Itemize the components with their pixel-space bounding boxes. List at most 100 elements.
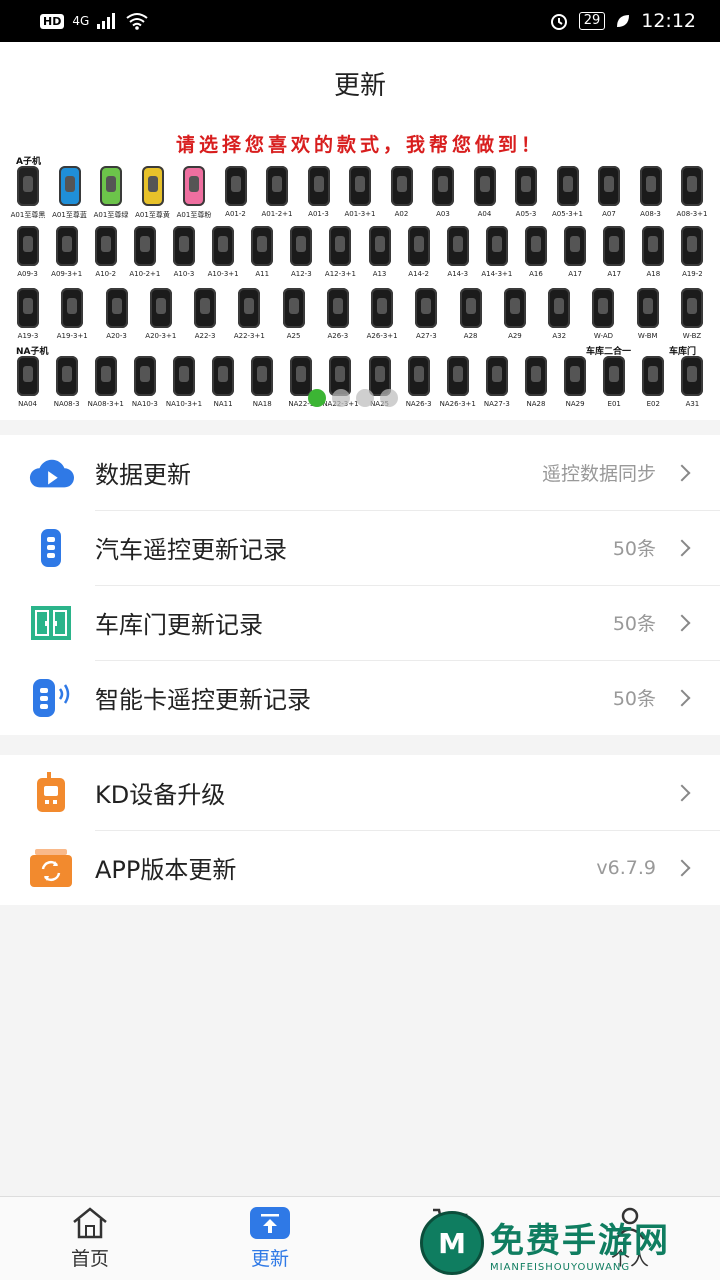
key-fob-item: A01至尊蓝 bbox=[50, 166, 90, 220]
key-fob-icon bbox=[149, 288, 172, 328]
key-fob-icon bbox=[680, 288, 703, 328]
key-fob-item: A09-3+1 bbox=[47, 226, 86, 278]
key-model-label: NA11 bbox=[213, 400, 233, 408]
menu-item-label: 车库门更新记录 bbox=[95, 611, 263, 639]
cloud-play-icon bbox=[28, 450, 74, 496]
key-fob-item: A14-3+1 bbox=[477, 226, 516, 278]
key-model-label: A19-3 bbox=[17, 332, 39, 340]
menu-item-app-update[interactable]: APP版本更新 v6.7.9 bbox=[0, 830, 720, 905]
key-fob-icon bbox=[16, 226, 39, 266]
carousel-dot[interactable] bbox=[356, 389, 374, 407]
menu-group-upgrades: KD设备升级 APP版本更新 v6.7.9 bbox=[0, 755, 720, 905]
key-row: A01至尊黑 A01至尊蓝 A01至尊绿 A01至尊黄 A01至尊粉 A01-2 A01-2… bbox=[8, 166, 712, 220]
key-model-label: NA10-3 bbox=[131, 400, 158, 408]
key-model-label: A17 bbox=[568, 270, 582, 278]
key-fob-icon bbox=[556, 166, 579, 206]
key-fob-item: A11 bbox=[243, 226, 282, 278]
key-fob-item: A22-3 bbox=[185, 288, 225, 340]
key-fob-item: A02 bbox=[382, 166, 422, 220]
key-model-label: E01 bbox=[607, 400, 621, 408]
key-fob-icon bbox=[100, 166, 122, 206]
key-fob-icon bbox=[17, 288, 39, 328]
chevron-right-icon bbox=[673, 784, 691, 801]
key-fob-icon bbox=[55, 356, 78, 396]
key-model-label: A14-2 bbox=[408, 270, 429, 278]
key-model-label: A01至尊黄 bbox=[135, 211, 170, 219]
watermark-logo-icon: M bbox=[420, 1211, 484, 1275]
key-model-label: A01-2+1 bbox=[261, 210, 293, 218]
carousel-dot[interactable] bbox=[332, 389, 350, 407]
key-model-label: A09-3+1 bbox=[51, 270, 83, 278]
key-model-label: A17 bbox=[607, 270, 622, 278]
key-catalog-banner[interactable]: 请选择您喜欢的款式，我帮您做到！ A子机 A01至尊黑 A01至尊蓝 A01至尊绿 A… bbox=[0, 124, 720, 420]
key-fob-icon bbox=[105, 288, 128, 328]
key-fob-item: A10-2+1 bbox=[125, 226, 164, 278]
menu-item-label: 汽车遥控更新记录 bbox=[95, 536, 287, 564]
key-fob-item: W-AD bbox=[583, 288, 623, 340]
key-fob-item: A07 bbox=[589, 166, 629, 220]
key-fob-item: A08-3 bbox=[631, 166, 671, 220]
menu-item-kd-upgrade[interactable]: KD设备升级 bbox=[0, 755, 720, 830]
key-fob-item: A12-3+1 bbox=[321, 226, 360, 278]
page-title-bar: 更新 bbox=[0, 42, 720, 124]
key-fob-icon bbox=[636, 288, 659, 328]
carousel-dot-active[interactable] bbox=[308, 389, 326, 407]
key-model-label: W-AD bbox=[593, 332, 614, 340]
key-fob-icon bbox=[407, 226, 430, 266]
key-fob-icon bbox=[603, 226, 626, 266]
key-fob-item: A27-3 bbox=[406, 288, 446, 340]
key-fob-item: A10-3+1 bbox=[204, 226, 243, 278]
banner-headline: 请选择您喜欢的款式，我帮您做到！ bbox=[175, 134, 544, 156]
key-model-label: A07 bbox=[602, 210, 616, 218]
tab-label: 首页 bbox=[70, 1248, 109, 1270]
key-fob-icon bbox=[368, 226, 391, 266]
garage-door-icon bbox=[28, 600, 74, 646]
tab-home[interactable]: 首页 bbox=[0, 1197, 180, 1280]
key-model-label: NA27-3 bbox=[483, 400, 510, 408]
menu-item-garage-records[interactable]: 车库门更新记录 50条 bbox=[0, 585, 720, 660]
key-fob-icon bbox=[639, 166, 662, 206]
key-fob-item: A13 bbox=[360, 226, 399, 278]
key-fob-item: A19-3 bbox=[8, 288, 48, 340]
key-fob-item: A28 bbox=[451, 288, 491, 340]
menu-item-value: 50条 bbox=[612, 613, 656, 635]
menu-item-label: 数据更新 bbox=[95, 461, 191, 489]
key-model-label: A01-3+1 bbox=[344, 210, 376, 218]
key-model-label: NA18 bbox=[252, 400, 272, 408]
key-fob-icon bbox=[172, 226, 195, 266]
key-fob-icon bbox=[329, 226, 352, 266]
menu-item-smart-card-records[interactable]: 智能卡遥控更新记录 50条 bbox=[0, 660, 720, 735]
key-fob-item: E01 bbox=[595, 356, 634, 408]
key-fob-icon bbox=[459, 288, 482, 328]
key-model-label: A10-3 bbox=[173, 270, 195, 278]
tab-update[interactable]: 更新 bbox=[180, 1197, 360, 1280]
key-fob-item: A19-2 bbox=[673, 226, 712, 278]
key-model-label: A03 bbox=[436, 210, 450, 218]
key-fob-item: E02 bbox=[634, 356, 673, 408]
key-fob-icon bbox=[515, 166, 537, 206]
key-fob-item: A17 bbox=[595, 226, 634, 278]
key-fob-icon bbox=[415, 288, 438, 328]
menu-item-label: KD设备升级 bbox=[95, 781, 226, 809]
key-fob-item: NA26-3 bbox=[399, 356, 438, 408]
leaf-icon bbox=[617, 15, 630, 27]
key-fob-item: A20-3 bbox=[97, 288, 137, 340]
menu-item-data-update[interactable]: 数据更新 遥控数据同步 bbox=[0, 435, 720, 510]
key-fob-item: A25 bbox=[274, 288, 314, 340]
clock: 12:12 bbox=[641, 10, 696, 32]
key-fob-icon bbox=[326, 288, 349, 328]
carousel-dot[interactable] bbox=[380, 389, 398, 407]
smart-key-icon bbox=[28, 675, 74, 721]
menu-item-label: APP版本更新 bbox=[95, 856, 237, 884]
key-fob-icon bbox=[371, 288, 394, 328]
key-model-label: A10-3+1 bbox=[207, 270, 239, 278]
key-model-label: A22-3 bbox=[194, 332, 216, 340]
key-model-label: A14-3 bbox=[447, 270, 469, 278]
key-model-label: A22-3+1 bbox=[233, 332, 265, 340]
chevron-right-icon bbox=[673, 689, 691, 706]
key-fob-icon bbox=[349, 166, 371, 206]
key-model-label: A01-3 bbox=[308, 210, 329, 218]
menu-item-car-remote-records[interactable]: 汽车遥控更新记录 50条 bbox=[0, 510, 720, 585]
key-model-label: A28 bbox=[463, 332, 478, 340]
key-fob-icon bbox=[485, 356, 508, 396]
